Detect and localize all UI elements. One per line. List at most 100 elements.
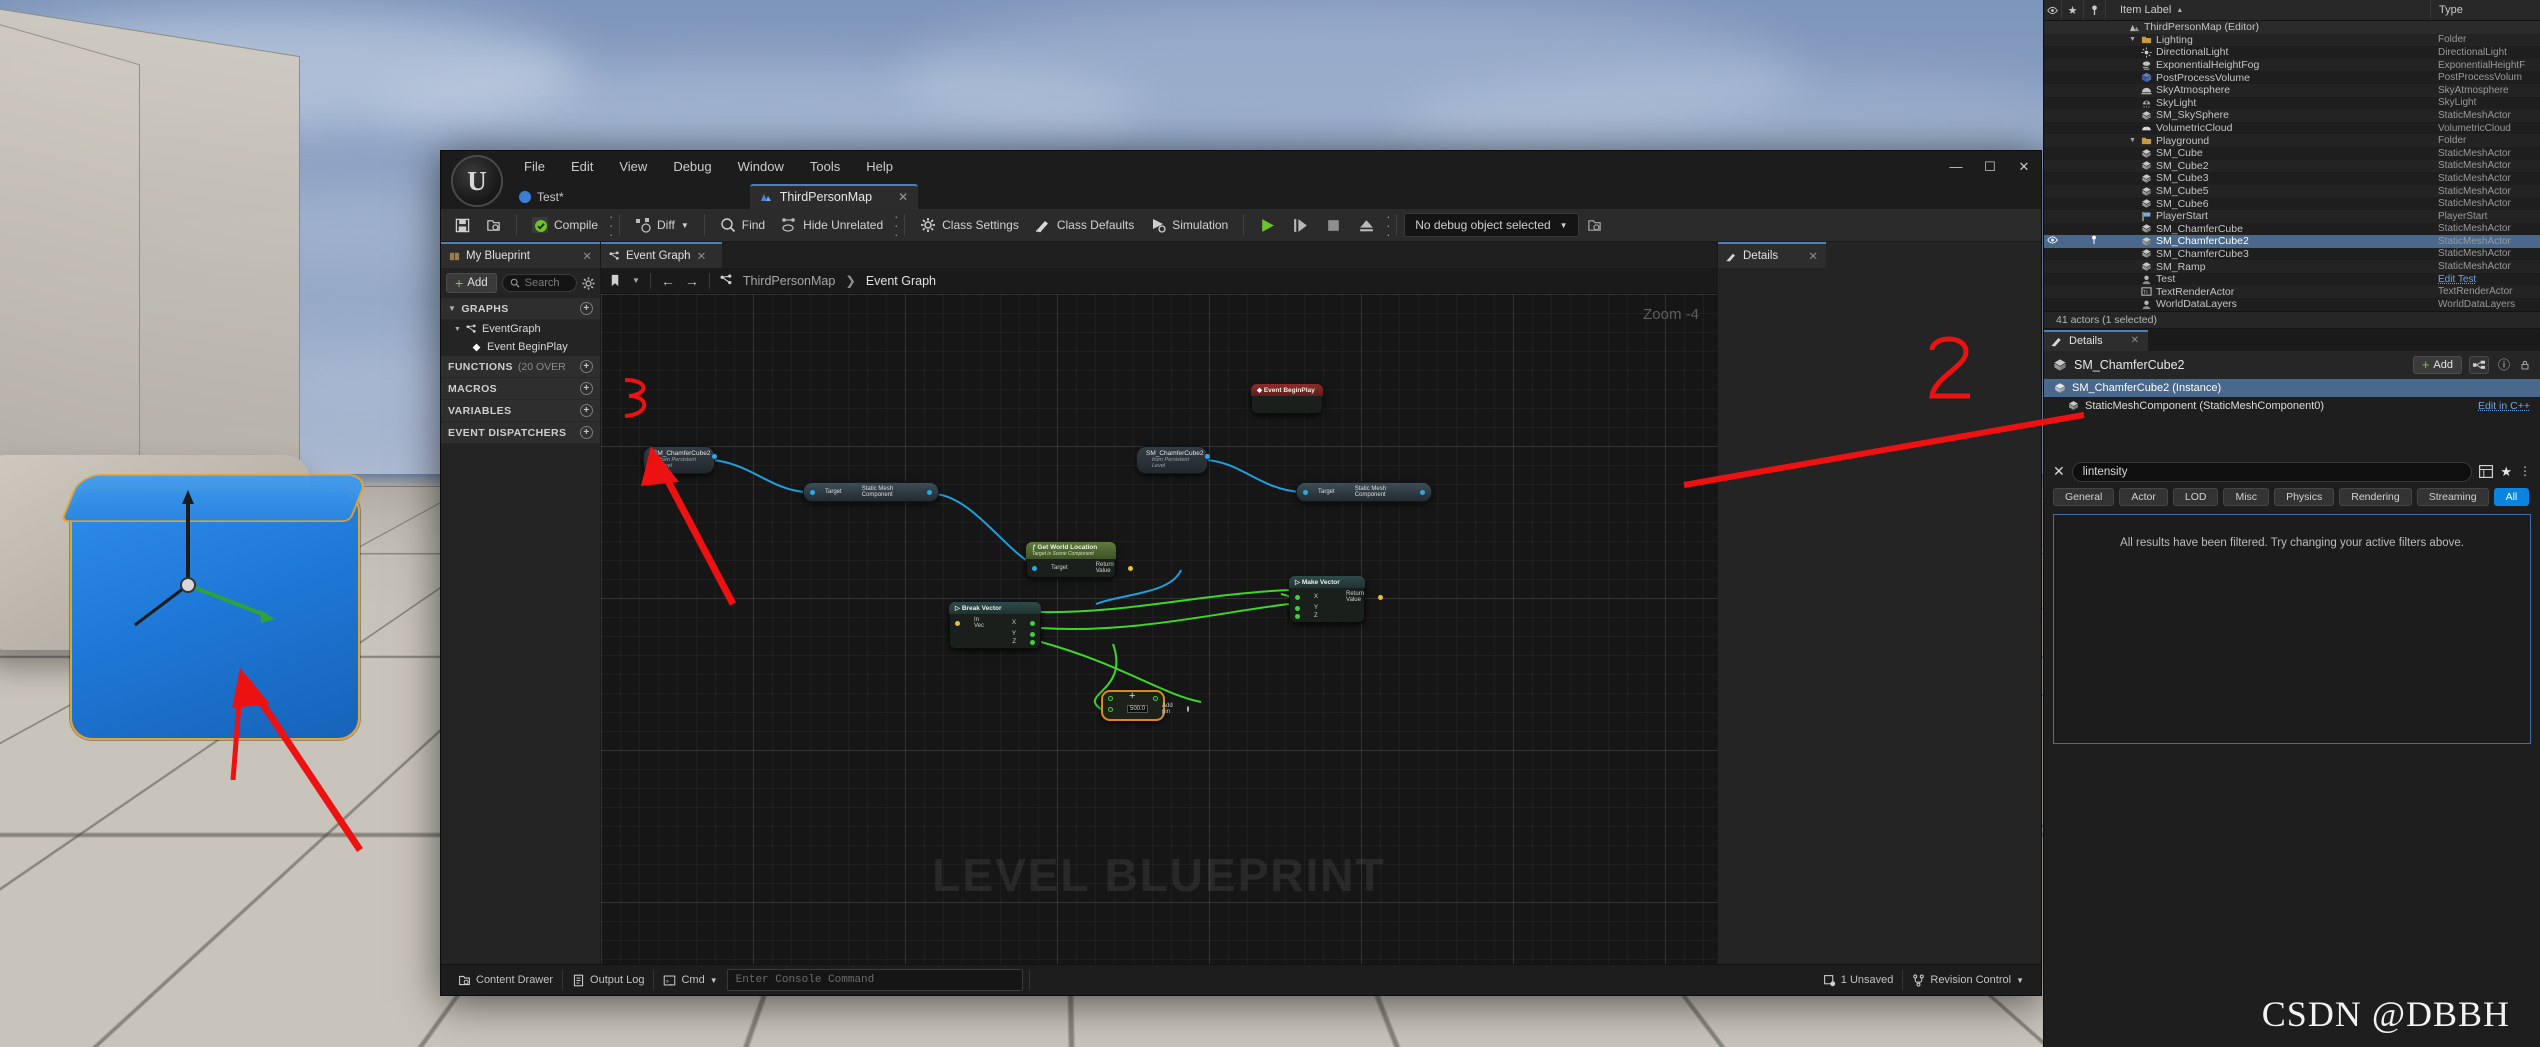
section-variables[interactable]: VARIABLES + — [441, 400, 600, 422]
outliner-col-pin[interactable] — [2083, 0, 2105, 20]
maximize-button[interactable]: ☐ — [1973, 151, 2007, 182]
hide-unrelated-options-icon[interactable]: · · · — [891, 210, 898, 241]
input-pin-z[interactable] — [1295, 613, 1300, 619]
edit-in-cpp-link[interactable]: Edit in C++ — [2478, 400, 2530, 412]
output-pin[interactable] — [712, 454, 717, 459]
filter-chip-physics[interactable]: Physics — [2274, 487, 2335, 506]
output-pin[interactable] — [1127, 565, 1133, 571]
outliner-col-visibility[interactable] — [2044, 0, 2061, 20]
output-pin-z[interactable] — [1030, 639, 1035, 645]
details-component-list[interactable]: SM_ChamferCube2 (Instance) StaticMeshCom… — [2044, 378, 2540, 415]
row-visibility-toggle[interactable] — [2044, 236, 2061, 246]
cmd-dropdown[interactable]: >_ Cmd ▼ — [654, 970, 726, 991]
tab-blueprint-details[interactable]: Details ✕ — [1718, 242, 1826, 268]
section-event-dispatchers[interactable]: EVENT DISPATCHERS + — [441, 422, 600, 444]
debug-object-dropdown[interactable]: No debug object selected ▼ — [1404, 213, 1579, 237]
output-pin-y[interactable] — [1030, 631, 1035, 637]
tree-item-event-beginplay[interactable]: Event BeginPlay — [441, 338, 600, 356]
output-log-button[interactable]: Output Log — [563, 970, 653, 991]
chevron-down-icon[interactable]: ▼ — [632, 276, 640, 285]
graph-canvas[interactable]: Zoom -4 LEVEL BLUEPRINT ◆ Event BeginPla… — [601, 294, 1717, 964]
outliner-list[interactable]: ThirdPersonMap (Editor) ▼ Lighting Folder Di… — [2044, 21, 2540, 311]
browse-button[interactable] — [478, 214, 509, 237]
menu-help[interactable]: Help — [853, 155, 906, 178]
tab-my-blueprint[interactable]: My Blueprint ✕ — [441, 242, 600, 268]
play-button[interactable] — [1251, 213, 1284, 238]
node-ref-sm-chamfercube2-a[interactable]: SM_ChamferCube2 from Persistent Level — [643, 446, 717, 474]
minimize-button[interactable]: — — [1939, 151, 1973, 182]
selected-cube-sm-chamfercube2[interactable] — [60, 460, 370, 750]
content-drawer-button[interactable]: Content Drawer — [449, 970, 562, 991]
outliner-row[interactable]: VolumetricCloud VolumetricCloud — [2044, 121, 2540, 135]
outliner-row[interactable]: ExponentialHeightFog ExponentialHeightF — [2044, 58, 2540, 72]
output-pin[interactable] — [1420, 489, 1425, 495]
outliner-row[interactable]: PlayerStart PlayerStart — [2044, 209, 2540, 223]
blueprint-editor-window[interactable]: U File Edit View Debug Window Tools Help… — [440, 150, 2042, 996]
play-options-icon[interactable]: · · · — [1383, 210, 1390, 241]
outliner-row[interactable]: SM_Cube6 StaticMeshActor — [2044, 197, 2540, 210]
outliner-row[interactable]: ▼ Lighting Folder — [2044, 33, 2540, 47]
add-macro-icon[interactable]: + — [580, 382, 593, 395]
settings-icon[interactable]: ⋮ — [2519, 465, 2531, 477]
close-icon[interactable]: ✕ — [697, 249, 707, 263]
menu-view[interactable]: View — [606, 155, 660, 178]
document-tab-close-icon[interactable]: ✕ — [898, 190, 908, 204]
input-pin-y[interactable] — [1295, 605, 1300, 611]
outliner-col-item-label[interactable]: Item Label ▲ — [2105, 0, 2430, 20]
filter-chip-rendering[interactable]: Rendering — [2339, 487, 2412, 506]
unreal-logo-icon[interactable]: U — [451, 155, 503, 207]
filter-chip-all[interactable]: All — [2493, 487, 2530, 506]
outliner-row[interactable]: PostProcessVolume PostProcessVolum — [2044, 71, 2540, 84]
node-add[interactable]: 500.0 Add pin + — [1101, 690, 1189, 721]
outliner-row[interactable]: SM_SkySphere StaticMeshActor — [2044, 109, 2540, 122]
node-get-world-location[interactable]: ƒ Get World Location Target is Scene Com… — [1026, 542, 1133, 578]
node-make-vector[interactable]: ▷ Make Vector X Return Value Y Z — [1289, 576, 1384, 623]
outliner-row[interactable]: ▼ Playground Folder — [2044, 134, 2540, 147]
details-search-input[interactable]: lintensity — [2071, 461, 2473, 482]
clear-filter-icon[interactable]: ✕ — [2053, 463, 2065, 480]
component-row-staticmesh[interactable]: StaticMeshComponent (StaticMeshComponent… — [2044, 397, 2540, 415]
filter-chip-misc[interactable]: Misc — [2223, 487, 2270, 506]
details-filter-chips[interactable]: General Actor LOD Misc Physics Rendering Strea… — [2044, 485, 2540, 512]
input-pin-x[interactable] — [1295, 594, 1300, 600]
forward-arrow-icon[interactable]: → — [685, 273, 699, 289]
add-button[interactable]: + Add — [446, 273, 497, 293]
lock-icon[interactable] — [2519, 358, 2531, 372]
outliner-row[interactable]: SM_Ramp StaticMeshActor — [2044, 260, 2540, 273]
diff-button[interactable]: Diff ▼ — [627, 213, 697, 237]
input-pin[interactable] — [955, 620, 960, 626]
unsaved-button[interactable]: 1 Unsaved — [1814, 970, 1903, 991]
tree-item-eventgraph[interactable]: ▼ EventGraph — [441, 320, 600, 338]
bookmark-icon[interactable] — [609, 274, 622, 287]
output-pin[interactable] — [1153, 696, 1158, 701]
find-button[interactable]: Find — [712, 213, 773, 237]
input-pin[interactable] — [810, 489, 815, 495]
output-pin[interactable] — [1378, 594, 1384, 600]
node-break-vector[interactable]: ▷ Break Vector In Vec X Y Z — [949, 602, 1041, 649]
menu-tools[interactable]: Tools — [797, 155, 853, 178]
outliner-row[interactable]: DirectionalLight DirectionalLight — [2044, 46, 2540, 59]
filter-chip-actor[interactable]: Actor — [2119, 487, 2168, 506]
compile-options-icon[interactable]: · · · — [606, 210, 613, 241]
table-icon[interactable] — [2479, 465, 2494, 479]
outliner-col-star[interactable]: ★ — [2061, 0, 2083, 20]
back-arrow-icon[interactable]: ← — [661, 273, 675, 289]
outliner-row[interactable]: SM_Cube3 StaticMeshActor — [2044, 172, 2540, 185]
close-icon[interactable]: ✕ — [582, 249, 592, 263]
output-pin[interactable] — [927, 489, 932, 495]
section-functions[interactable]: FUNCTIONS (20 OVER + — [441, 356, 600, 378]
transform-gizmo[interactable] — [60, 460, 360, 750]
step-button[interactable] — [1284, 213, 1317, 238]
filter-chip-streaming[interactable]: Streaming — [2416, 487, 2489, 506]
outliner-row[interactable]: Tt TextRenderActor TextRenderActor — [2044, 285, 2540, 299]
close-button[interactable]: ✕ — [2007, 151, 2041, 182]
class-defaults-button[interactable]: Class Defaults — [1027, 213, 1142, 237]
node-ref-sm-chamfercube2-b[interactable]: SM_ChamferCube2 from Persistent Level — [1136, 446, 1210, 474]
outliner-col-type[interactable]: Type — [2430, 0, 2540, 20]
outliner-row[interactable]: Test Edit Test — [2044, 272, 2540, 286]
row-type[interactable]: Edit Test — [2430, 274, 2540, 285]
search-input[interactable]: Search — [501, 274, 577, 292]
document-tab-thirdpersonmap[interactable]: ThirdPersonMap ✕ — [749, 184, 919, 209]
class-settings-button[interactable]: Class Settings — [912, 213, 1027, 237]
gear-icon[interactable] — [582, 276, 595, 290]
